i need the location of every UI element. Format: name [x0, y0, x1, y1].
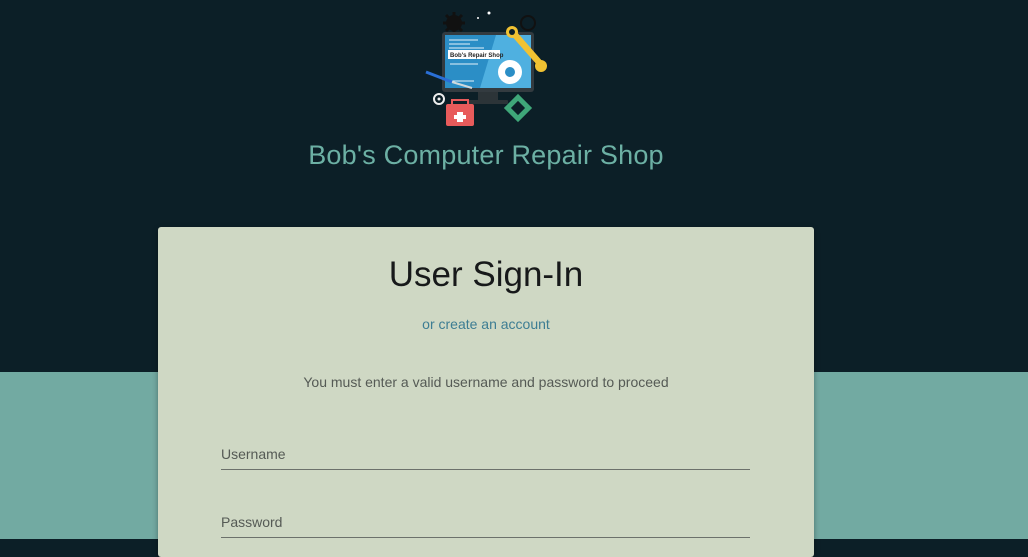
signin-title: User Sign-In [388, 255, 584, 294]
shop-title: Bob's Computer Repair Shop [308, 140, 664, 170]
computer-repair-logo-icon: Bob's Repair Shop [425, 11, 547, 126]
gear-icon [443, 12, 465, 34]
chip-icon [503, 93, 533, 123]
username-field [221, 439, 750, 470]
signin-card: User Sign-In or create an account You mu… [158, 227, 814, 557]
gear-outline-icon [520, 15, 536, 31]
password-field [221, 507, 750, 538]
small-gear-icon [433, 93, 445, 105]
username-input[interactable] [221, 439, 750, 469]
password-input[interactable] [221, 507, 750, 537]
signin-instructions: You must enter a valid username and pass… [303, 374, 669, 390]
create-account-link[interactable]: or create an account [158, 316, 814, 332]
logo-label: Bob's Repair Shop [450, 53, 504, 59]
